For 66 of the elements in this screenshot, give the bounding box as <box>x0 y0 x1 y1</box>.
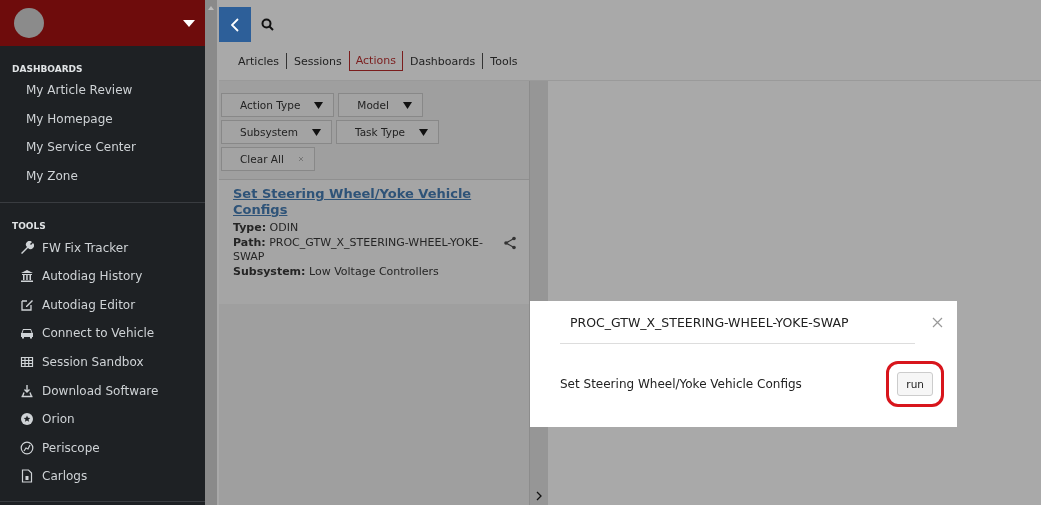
bank-icon <box>20 269 34 284</box>
car-icon <box>20 326 34 341</box>
wrench-icon <box>20 240 34 255</box>
tab[interactable]: Sessions <box>287 50 349 72</box>
section-heading: TOOLS <box>11 220 47 234</box>
sidebar-item-label: My Zone <box>26 169 78 184</box>
caret-icon <box>311 128 321 136</box>
filter-dropdown[interactable]: Task Type <box>335 120 440 144</box>
sidebar-item-label: Download Software <box>42 383 159 398</box>
tab[interactable]: Dashboards <box>402 50 483 72</box>
filter-dropdown[interactable]: Model <box>338 93 423 117</box>
result-field: Subsystem: Low Voltage Controllers <box>233 265 491 279</box>
sidebar-item[interactable]: Connect to Vehicle <box>0 319 205 348</box>
share-icon[interactable] <box>503 236 517 250</box>
sidebar-item[interactable]: My Zone <box>0 161 205 191</box>
filter-dropdown[interactable]: Subsystem <box>221 120 332 144</box>
sidebar-item[interactable]: Periscope <box>0 433 205 463</box>
dialog-title: PROC_GTW_X_STEERING-WHEEL-YOKE-SWAP <box>569 314 849 330</box>
close-icon <box>297 156 304 162</box>
tab[interactable]: Actions <box>348 51 403 71</box>
result-field: Path: PROC_GTW_X_STEERING-WHEEL-YOKE-SWAP <box>233 236 491 264</box>
sidebar-item[interactable]: My Article Review <box>0 76 205 105</box>
dialog-message: Set Steering Wheel/Yoke Vehicle Configs <box>560 377 802 391</box>
caret-icon <box>402 101 412 109</box>
sidebar-item-label: Autodiag History <box>42 269 143 284</box>
run-button[interactable]: run <box>897 372 933 396</box>
sidebar-item[interactable]: Autodiag History <box>0 261 205 291</box>
sidebar-item[interactable]: Session Sandbox <box>0 347 205 377</box>
chevron-left-icon <box>231 17 239 32</box>
scrollbar[interactable] <box>205 0 217 505</box>
sidebar-item-label: My Service Center <box>26 140 136 155</box>
sidebar-item[interactable]: FW Fix Tracker <box>0 233 205 262</box>
sidebar-item-label: Autodiag Editor <box>42 297 136 312</box>
sidebar-item[interactable]: Autodiag Editor <box>0 290 205 320</box>
result-field: Type: ODIN <box>233 221 491 235</box>
sidebar-item-label: My Article Review <box>26 83 133 98</box>
caret-icon[interactable] <box>183 19 195 27</box>
sidebar-item[interactable]: My Homepage <box>0 104 205 134</box>
tab[interactable]: Articles <box>231 50 287 72</box>
sidebar-item-label: FW Fix Tracker <box>42 240 129 255</box>
sidebar-item-label: Session Sandbox <box>42 355 144 370</box>
sidebar-item[interactable]: Orion <box>0 404 205 434</box>
edit-icon <box>20 297 34 312</box>
sidebar-item-label: Orion <box>42 412 75 427</box>
download-icon <box>20 383 34 398</box>
sidebar-item-label: Connect to Vehicle <box>42 326 155 341</box>
tab[interactable]: Tools <box>483 50 525 72</box>
section-heading: DASHBOARDS <box>11 63 84 76</box>
sidebar-item[interactable]: My Service Center <box>0 133 205 162</box>
gauge-icon <box>20 440 34 455</box>
caret-icon <box>314 101 324 109</box>
sidebar-item-label: Periscope <box>42 440 100 455</box>
back-button[interactable] <box>219 7 251 42</box>
caret-icon <box>419 128 429 136</box>
sidebar-item[interactable]: Carlogs <box>0 462 205 491</box>
file-icon <box>20 469 34 484</box>
filter-dropdown[interactable]: Action Type <box>221 93 335 117</box>
close-icon[interactable] <box>932 316 943 328</box>
sidebar-item-label: Carlogs <box>42 469 88 484</box>
search-icon[interactable] <box>261 18 274 31</box>
sidebar-item-label: My Homepage <box>26 111 113 126</box>
expand-icon[interactable] <box>536 491 542 501</box>
avatar[interactable] <box>14 8 44 38</box>
sidebar-item[interactable]: Download Software <box>0 376 205 405</box>
clear-all-button[interactable]: Clear All <box>221 147 315 171</box>
grid-icon <box>20 355 34 370</box>
